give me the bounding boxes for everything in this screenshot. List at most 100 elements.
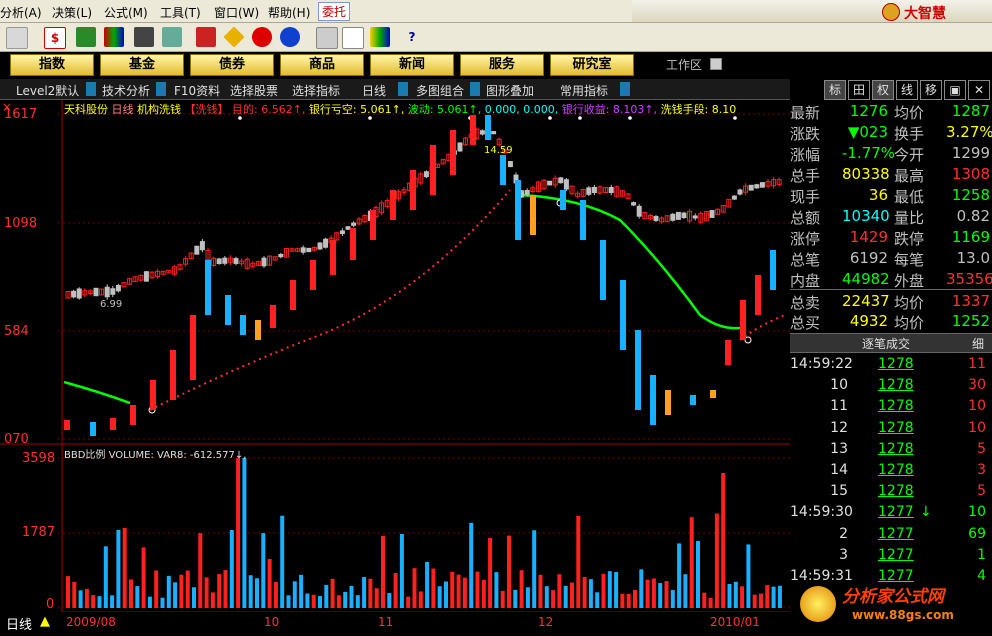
subbar-tech-analysis[interactable]: 技术分析 xyxy=(102,82,150,99)
books-icon[interactable] xyxy=(370,27,390,47)
chevron-down-icon[interactable] xyxy=(620,82,630,96)
chevron-down-icon[interactable] xyxy=(398,82,408,96)
quote-value: 1429 xyxy=(849,228,888,246)
volume-bar xyxy=(261,533,266,608)
help-pointer-icon[interactable]: ? xyxy=(402,27,422,47)
volume-bar xyxy=(689,517,694,608)
tab-close-icon[interactable]: ✕ xyxy=(968,80,990,100)
subbar-f10[interactable]: F10资料 xyxy=(174,82,220,99)
quote-value: 35356 xyxy=(946,270,992,288)
f-blue-icon[interactable] xyxy=(280,27,300,47)
diamond-icon[interactable] xyxy=(223,26,245,48)
toolbar: $ ? xyxy=(0,23,992,52)
nav-index-button[interactable]: 指数 xyxy=(10,54,94,76)
menu-trade[interactable]: 委托 xyxy=(318,2,351,21)
volume-bar xyxy=(683,574,688,608)
megaphone-icon[interactable] xyxy=(162,27,182,47)
subbar-select-stock[interactable]: 选择股票 xyxy=(230,82,278,99)
menu-help[interactable]: 帮助(H) xyxy=(268,4,310,21)
chart-sub-toolbar: Level2默认 技术分析 F10资料 选择股票 选择指标 日线 多图组合 图形… xyxy=(0,79,790,100)
volume-bar xyxy=(305,593,310,608)
ticks-detail-tab[interactable]: 细 xyxy=(972,335,984,352)
menu-analysis[interactable]: 分析(A) xyxy=(0,4,42,21)
quote-value: 10340 xyxy=(842,207,890,225)
bottom-period-label[interactable]: 日线 xyxy=(6,614,32,633)
bars-icon[interactable] xyxy=(104,27,124,47)
volume-bar xyxy=(399,533,404,608)
menu-formula[interactable]: 公式(M) xyxy=(104,4,148,21)
dollar-icon[interactable]: $ xyxy=(44,27,66,49)
tab-quote[interactable]: 标 xyxy=(824,80,846,100)
kline-svg[interactable] xyxy=(0,100,790,633)
period-label: 日线 xyxy=(111,103,134,115)
candle-body xyxy=(199,241,205,251)
volume-bar xyxy=(708,597,713,608)
nav-service-button[interactable]: 服务 xyxy=(460,54,544,76)
tick-row: 15 1278 5 xyxy=(790,481,992,502)
printer-icon[interactable] xyxy=(316,27,338,49)
menu-tools[interactable]: 工具(T) xyxy=(160,4,201,21)
chevron-down-icon[interactable] xyxy=(470,82,480,96)
volume-bar xyxy=(494,572,499,608)
volume-bar xyxy=(456,574,461,608)
volume-bar xyxy=(500,590,505,608)
volume-bar xyxy=(519,570,524,608)
chevron-down-icon[interactable] xyxy=(86,82,96,96)
subbar-select-indicator[interactable]: 选择指标 xyxy=(292,82,340,99)
subbar-overlay[interactable]: 图形叠加 xyxy=(486,82,534,99)
top-marker xyxy=(368,116,372,120)
f-red-icon[interactable] xyxy=(252,27,272,47)
volume-bar xyxy=(582,576,587,608)
nav-commodity-button[interactable]: 商品 xyxy=(280,54,364,76)
volume-bar xyxy=(280,515,285,608)
tick-time: 2 xyxy=(839,525,848,542)
indicator-bar xyxy=(515,180,521,240)
binoculars-icon[interactable] xyxy=(134,27,154,47)
candle-body xyxy=(457,142,463,152)
subbar-common-indicators[interactable]: 常用指标 xyxy=(560,82,608,99)
nav-fund-button[interactable]: 基金 xyxy=(100,54,184,76)
volume-bar xyxy=(714,513,719,608)
quote-row: 最新 1276 均价 1287 xyxy=(790,100,992,122)
subbar-multi-chart[interactable]: 多图组合 xyxy=(416,82,464,99)
top-marker xyxy=(733,116,737,120)
chevron-down-icon[interactable] xyxy=(156,82,166,96)
menu-window[interactable]: 窗口(W) xyxy=(214,4,259,21)
window-icon[interactable] xyxy=(342,27,364,49)
subbar-level2-default[interactable]: Level2默认 xyxy=(16,82,79,99)
ruler-icon[interactable] xyxy=(6,27,28,49)
candle-body xyxy=(222,257,228,264)
tick-volume: 3 xyxy=(977,462,986,478)
y-axis-top: 1617 xyxy=(4,107,38,122)
candle-body xyxy=(345,226,351,230)
tick-volume: 69 xyxy=(968,525,986,542)
quote-row: 内盘 44982 外盘 35356 xyxy=(790,268,992,290)
nav-bond-button[interactable]: 债券 xyxy=(190,54,274,76)
subbar-period[interactable]: 日线 xyxy=(362,82,386,99)
indicator-bar xyxy=(64,420,70,430)
volume-bar xyxy=(362,576,367,608)
menu-decision[interactable]: 决策(L) xyxy=(52,4,92,21)
quote-label: 跌停 xyxy=(894,230,925,248)
quote-panel: 最新 1276 均价 1287 涨跌 ▼023 换手 3.27% 涨幅 -1.77%… xyxy=(790,100,992,633)
candle-body xyxy=(143,271,149,282)
tab-restore-icon[interactable]: ▣ xyxy=(944,80,966,100)
triangle-up-icon[interactable]: ▲ xyxy=(40,614,50,629)
indicator-bar xyxy=(390,190,396,220)
tab-grid[interactable]: 田 xyxy=(848,80,870,100)
tab-move[interactable]: 移 xyxy=(920,80,942,100)
workarea-label[interactable]: 工作区 xyxy=(666,56,702,73)
flag-icon[interactable] xyxy=(196,27,216,47)
indicator-bar xyxy=(500,155,506,185)
volume-bar xyxy=(116,529,121,608)
nav-news-button[interactable]: 新闻 xyxy=(370,54,454,76)
money-icon[interactable] xyxy=(76,27,96,47)
low-annotation: 6.99 xyxy=(100,299,123,310)
nav-research-button[interactable]: 研究室 xyxy=(550,54,634,76)
kline-chart-area[interactable]: 天科股份 日线 机构洗钱 【洗钱】 目的: 6.562↑, 银行亏空: 5.06… xyxy=(0,100,790,633)
vol-axis-top: 3598 xyxy=(22,451,56,466)
tab-rights[interactable]: 权 xyxy=(872,80,894,100)
tab-line[interactable]: 线 xyxy=(896,80,918,100)
indicator-bar xyxy=(530,195,536,235)
workarea-dropdown-icon[interactable] xyxy=(710,58,722,70)
